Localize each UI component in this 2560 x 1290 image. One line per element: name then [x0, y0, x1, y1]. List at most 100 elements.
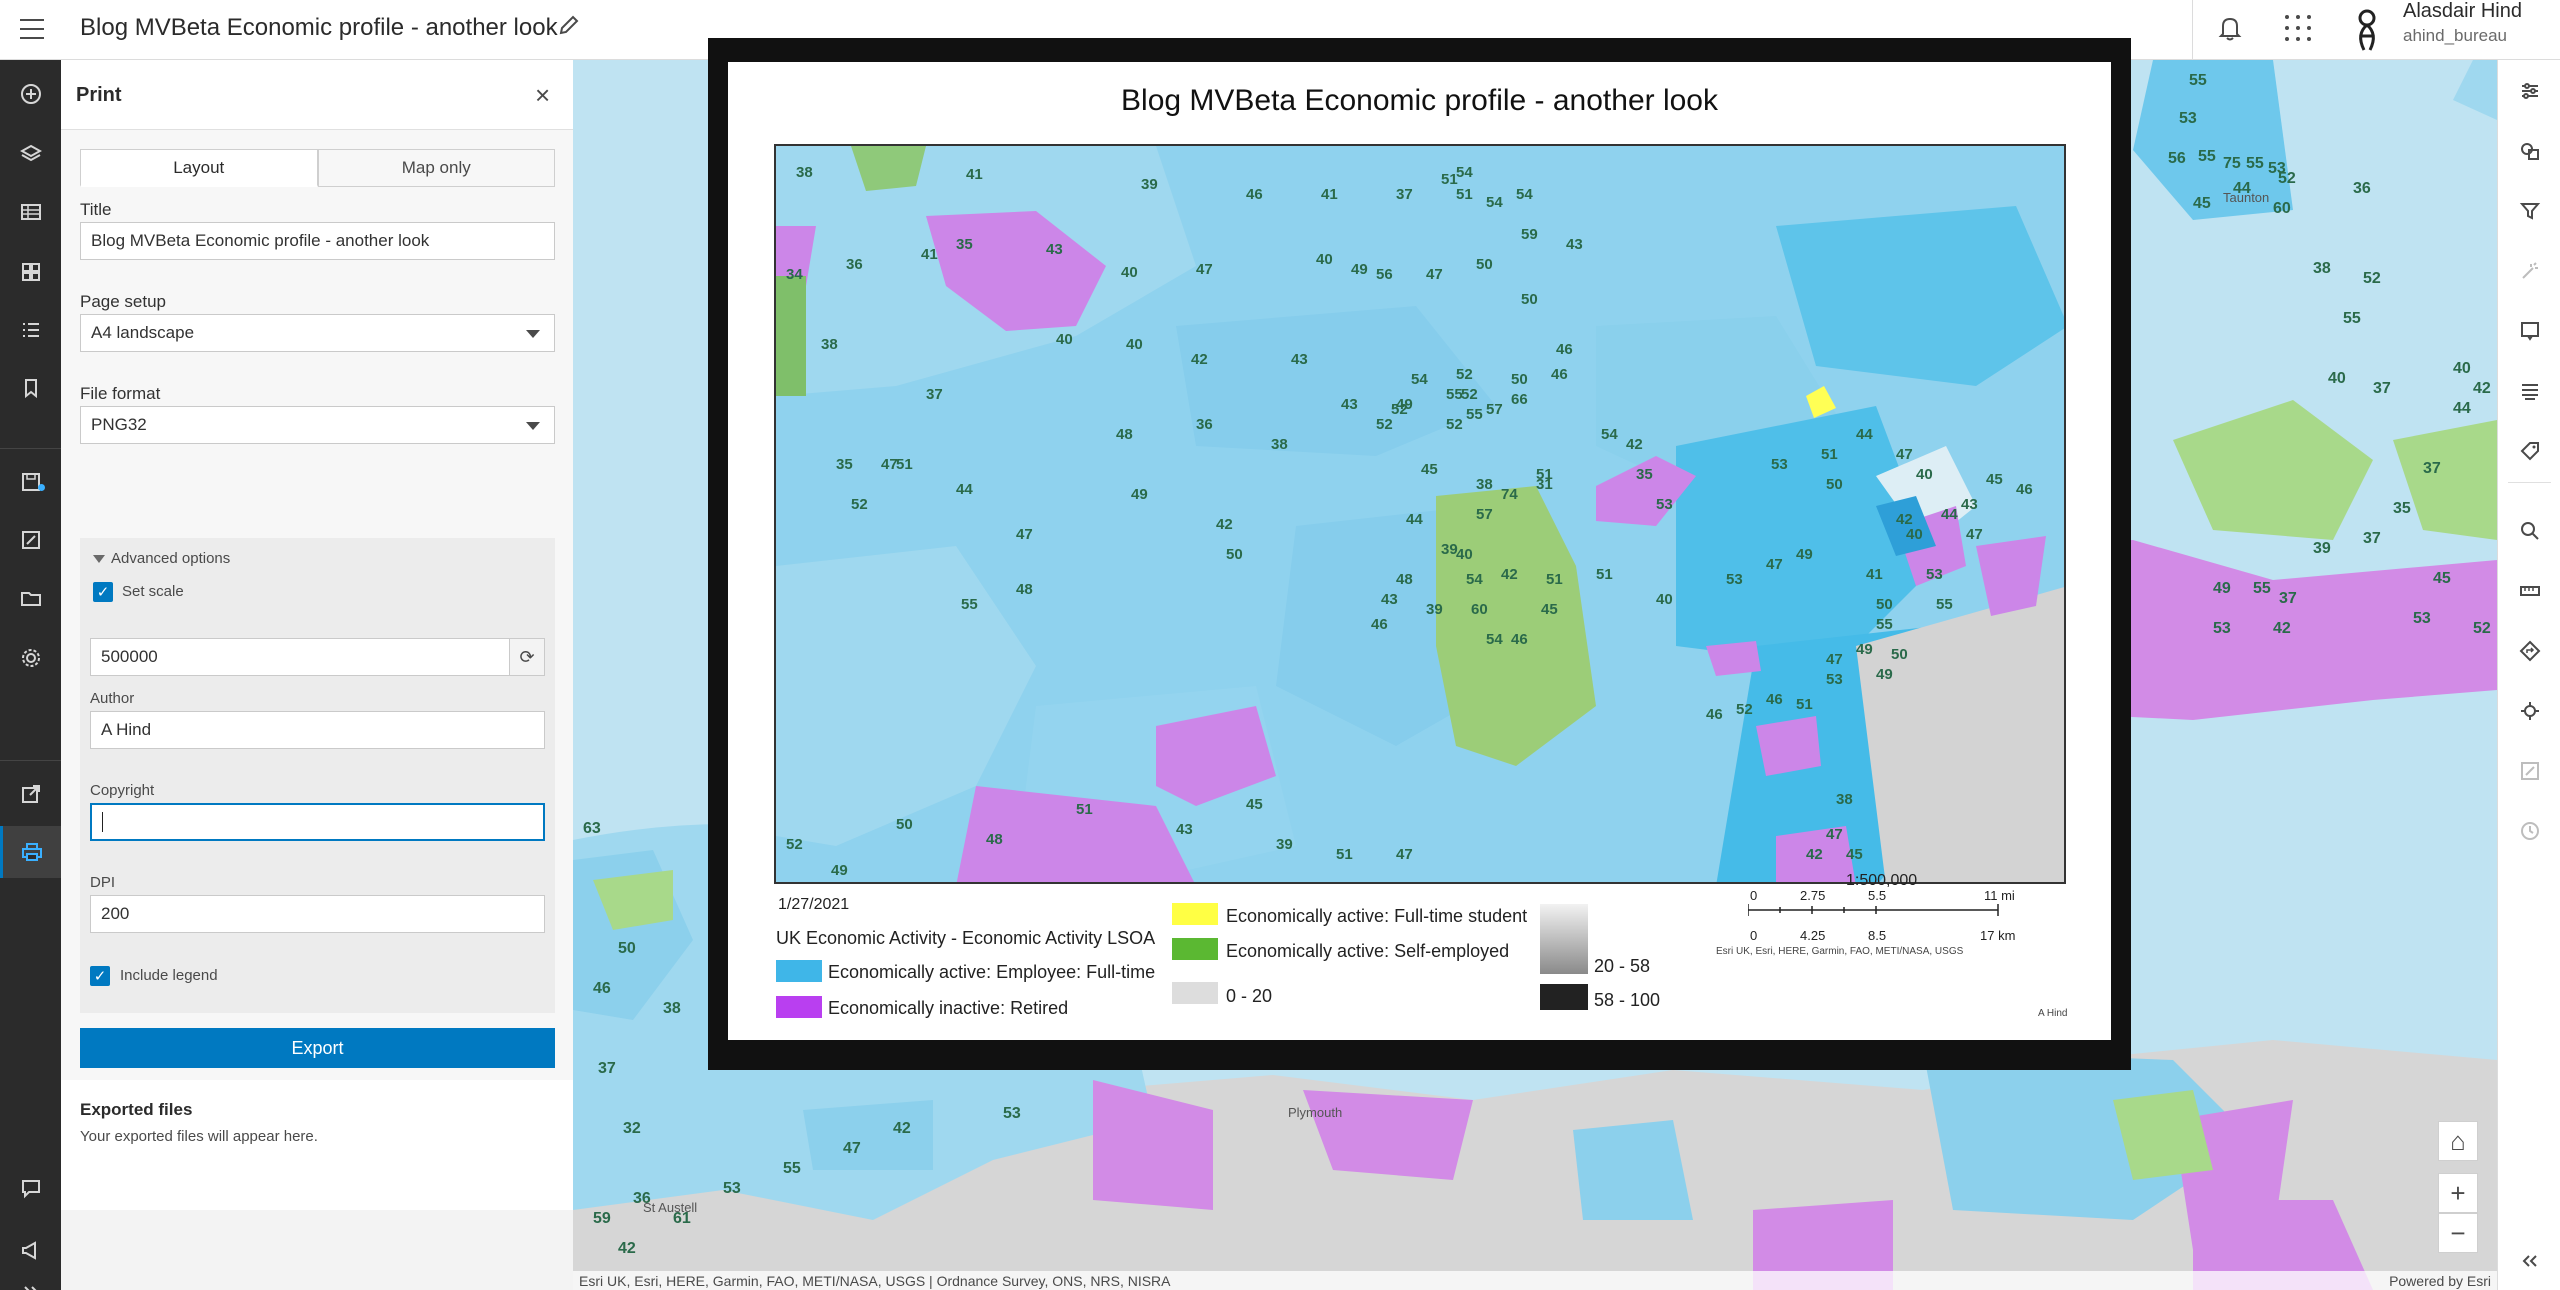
- rail-divider: [0, 760, 61, 761]
- map-value-label: 45: [2433, 570, 2451, 587]
- fields-icon[interactable]: [2498, 366, 2560, 416]
- bookmark-icon[interactable]: [0, 362, 61, 414]
- map-value-label: 50: [896, 816, 913, 833]
- map-value-label: 47: [1016, 526, 1033, 543]
- chevron-down-icon: [93, 555, 105, 564]
- map-value-label: 48: [986, 831, 1003, 848]
- measure-icon[interactable]: [2498, 566, 2560, 616]
- expand-rail-icon[interactable]: [0, 1266, 61, 1290]
- settings-gear-icon[interactable]: [0, 632, 61, 684]
- include-legend-checkbox[interactable]: ✓: [90, 966, 110, 986]
- map-attribution[interactable]: Esri UK, Esri, HERE, Garmin, FAO, METI/N…: [579, 1273, 1171, 1289]
- legend-title: UK Economic Activity - Economic Activity…: [776, 928, 1156, 948]
- map-value-label: 42: [618, 1240, 636, 1257]
- home-icon[interactable]: ⌂: [2438, 1121, 2478, 1161]
- close-icon[interactable]: ×: [535, 80, 550, 111]
- map-value-label: 51: [1076, 801, 1093, 818]
- zoom-in-button[interactable]: +: [2438, 1173, 2478, 1213]
- exported-files-section: Exported files Your exported files will …: [61, 1080, 573, 1210]
- legend-swatch-self-employed: [1172, 938, 1218, 960]
- advanced-options-toggle[interactable]: Advanced options: [93, 550, 230, 567]
- title-input[interactable]: Blog MVBeta Economic profile - another l…: [80, 222, 555, 260]
- layers-icon[interactable]: [0, 128, 61, 180]
- file-format-label: File format: [80, 384, 161, 403]
- author-input[interactable]: A Hind: [90, 711, 545, 749]
- dpi-input[interactable]: 200: [90, 895, 545, 933]
- collapse-rail-icon[interactable]: [2498, 1236, 2560, 1286]
- save-icon[interactable]: [0, 456, 61, 508]
- map-value-label: 56: [2168, 150, 2186, 167]
- open-folder-icon[interactable]: [0, 572, 61, 624]
- list-icon[interactable]: [0, 304, 61, 356]
- menu-icon[interactable]: [20, 14, 50, 44]
- map-value-label: 44: [1406, 511, 1423, 528]
- share-icon[interactable]: [0, 768, 61, 820]
- legend-icon[interactable]: [0, 246, 61, 298]
- right-tool-rail: [2497, 60, 2560, 1290]
- user-name[interactable]: Alasdair Hind: [2403, 0, 2522, 23]
- map-value-label: 55: [2198, 148, 2216, 165]
- save-as-icon[interactable]: [0, 514, 61, 566]
- map-value-label: 55: [961, 596, 978, 613]
- set-scale-checkbox[interactable]: ✓: [93, 582, 113, 602]
- directions-icon[interactable]: [2498, 626, 2560, 676]
- map-value-label: 63: [583, 820, 601, 837]
- filter-icon[interactable]: [2498, 186, 2560, 236]
- search-icon[interactable]: [2498, 506, 2560, 556]
- map-value-label: 51: [1336, 846, 1353, 863]
- bell-icon[interactable]: [2212, 10, 2248, 46]
- tab-layout[interactable]: Layout: [80, 149, 318, 187]
- map-value-label: 53: [1771, 456, 1788, 473]
- map-value-label: 55: [2246, 155, 2264, 172]
- file-format-select[interactable]: PNG32: [80, 406, 555, 444]
- effects-icon[interactable]: [2498, 246, 2560, 296]
- page-setup-select[interactable]: A4 landscape: [80, 314, 555, 352]
- map-value-label: 54: [1456, 164, 1473, 181]
- map-value-label: 50: [1876, 596, 1893, 613]
- text-caret: [102, 812, 103, 832]
- styles-icon[interactable]: [2498, 126, 2560, 176]
- properties-icon[interactable]: [2498, 66, 2560, 116]
- map-value-label: 46: [1551, 366, 1568, 383]
- map-value-label: 53: [1826, 671, 1843, 688]
- map-value-label: 49: [1396, 396, 1413, 413]
- map-value-label: 47: [1426, 266, 1443, 283]
- export-button[interactable]: Export: [80, 1028, 555, 1068]
- map-value-label: 39: [1141, 176, 1158, 193]
- avatar[interactable]: [2346, 6, 2388, 52]
- map-value-label: 50: [1826, 476, 1843, 493]
- copyright-input[interactable]: [90, 803, 545, 841]
- zoom-out-button[interactable]: −: [2438, 1213, 2478, 1253]
- map-value-label: 35: [2393, 500, 2411, 517]
- map-value-label: 51: [1536, 466, 1553, 483]
- refresh-scale-icon[interactable]: ⟳: [509, 638, 545, 676]
- tab-map-only[interactable]: Map only: [317, 149, 555, 187]
- powered-by-esri[interactable]: Powered by Esri: [2389, 1273, 2491, 1289]
- time-icon[interactable]: [2498, 806, 2560, 856]
- pencil-icon[interactable]: [558, 14, 580, 42]
- map-value-label: 52: [1456, 366, 1473, 383]
- app-launcher-icon[interactable]: [2282, 12, 2311, 41]
- map-value-label: 37: [598, 1060, 616, 1077]
- scale-input[interactable]: 500000: [90, 638, 510, 676]
- table-icon[interactable]: [0, 186, 61, 238]
- popups-icon[interactable]: [2498, 306, 2560, 356]
- map-value-label: 37: [2363, 530, 2381, 547]
- location-icon[interactable]: [2498, 686, 2560, 736]
- feedback-icon[interactable]: [0, 1162, 61, 1214]
- sketch-icon[interactable]: [2498, 746, 2560, 796]
- map-value-label: 57: [1476, 506, 1493, 523]
- map-value-label: 45: [1986, 471, 2003, 488]
- rail-divider: [0, 448, 61, 449]
- print-icon[interactable]: [0, 826, 61, 878]
- include-legend-label: Include legend: [120, 967, 218, 984]
- map-value-label: 60: [2273, 200, 2291, 217]
- scale-km-3: 17 km: [1980, 928, 2016, 943]
- map-value-label: 35: [836, 456, 853, 473]
- map-value-label: 74: [1501, 486, 1518, 503]
- map-value-label: 40: [2453, 360, 2471, 377]
- map-value-label: 52: [1461, 386, 1478, 403]
- add-icon[interactable]: [0, 68, 61, 120]
- map-value-label: 46: [1511, 631, 1528, 648]
- labels-icon[interactable]: [2498, 426, 2560, 476]
